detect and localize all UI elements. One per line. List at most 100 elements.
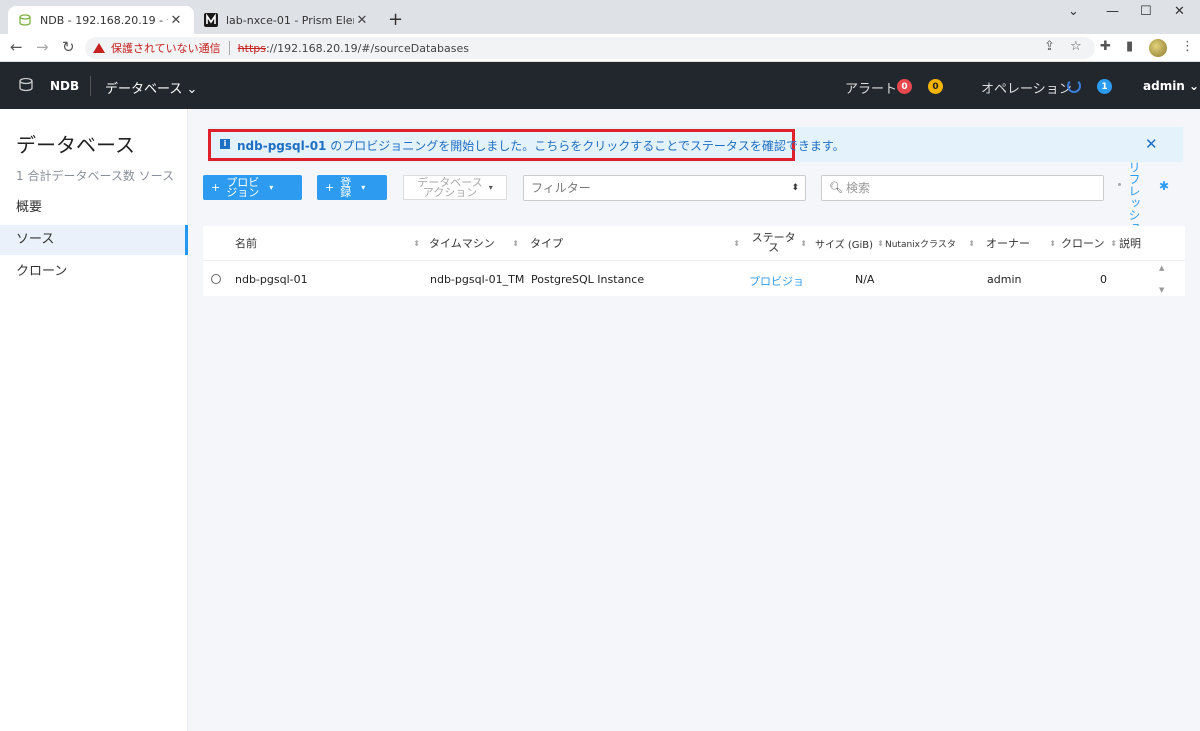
main-content: i ndb-pgsql-01 のプロビジョニングを開始しました。こちらをクリック… [188,109,1200,731]
url-path: ://192.168.20.19/#/sourceDatabases [265,41,469,55]
filter-placeholder: フィルター [531,181,591,195]
bookmark-star-icon[interactable]: ☆ [1070,39,1082,54]
minimize-icon[interactable]: — [1106,4,1119,19]
plus-icon: + [211,181,221,194]
extensions-icon[interactable]: ✚ [1100,39,1111,54]
window-close-icon[interactable]: ✕ [1174,4,1185,19]
browser-tab-prism[interactable]: lab-nxce-01 - Prism Element ✕ [194,6,380,34]
database-icon [19,77,33,92]
alert-warning-badge[interactable]: 0 [928,79,943,94]
sort-icon[interactable]: ⬍ [512,239,519,248]
close-icon[interactable]: ✕ [1145,135,1158,153]
scroll-up-icon[interactable]: ▲ [1159,264,1164,272]
sources-table: 名前 ⬍ タイムマシン ⬍ タイプ ⬍ ステータス ⬍ サイズ (GiB) ⬍ Nutan… [203,226,1185,296]
tab-title: lab-nxce-01 - Prism Element [226,13,354,27]
provision-label: プロビ ジョン [226,175,260,199]
cell-owner: admin [987,273,1022,286]
search-input[interactable]: 🔍︎ 検索 [821,175,1104,201]
new-tab-button[interactable]: + [388,9,403,30]
database-action-button[interactable]: データベース アクション ▾ [403,175,507,200]
table-row[interactable]: ndb-pgsql-01 ndb-pgsql-01_TM PostgreSQL … [203,260,1185,296]
row-select-radio[interactable] [211,274,221,284]
warning-icon [93,43,105,53]
browser-menu-icon[interactable]: ⋮ [1181,39,1194,54]
gear-icon[interactable]: ✱ [1159,179,1169,193]
cell-name[interactable]: ndb-pgsql-01 [235,273,308,286]
reload-icon[interactable]: ↻ [62,38,75,56]
column-header-size[interactable]: サイズ (GiB) ⬍ [815,226,884,260]
plus-icon: + [325,181,335,194]
caret-down-icon: ▾ [269,183,274,192]
alert-critical-badge[interactable]: 0 [897,79,912,94]
sort-icon[interactable]: ⬍ [1110,239,1117,248]
database-icon [19,14,31,26]
column-header-name[interactable]: 名前 ⬍ [235,226,420,260]
tab-title: NDB - 192.168.20.19 - データベース [40,14,168,27]
banner-text: のプロビジョニングを開始しました。こちらをクリックすることでステータスを確認でき… [326,139,845,153]
column-header-time-machine[interactable]: タイムマシン ⬍ [429,226,519,260]
sort-icon[interactable]: ⬍ [1049,239,1056,248]
column-header-cluster[interactable]: Nutanixクラスタ ⬍ [885,226,975,260]
sidebar-item-sources[interactable]: ソース [0,225,188,255]
operations-badge[interactable]: 1 [1097,79,1112,94]
column-header-description: 説明 [1119,226,1153,260]
header-label: タイプ [530,237,563,250]
separator-dot [1118,183,1121,186]
cell-clones[interactable]: 0 [1100,273,1107,286]
banner-db-link[interactable]: ndb-pgsql-01 [237,139,326,153]
sort-icon[interactable]: ⬍ [733,239,740,248]
close-tab-icon[interactable]: ✕ [354,13,370,28]
header-label: オーナー [986,237,1030,250]
share-icon[interactable]: ⇪ [1044,39,1055,54]
database-action-label: データベース アクション [417,175,483,199]
user-menu[interactable]: admin ⌄ [1143,79,1199,93]
column-header-status[interactable]: ステータス ⬍ [751,226,807,260]
banner-message[interactable]: ndb-pgsql-01 のプロビジョニングを開始しました。こちらをクリックする… [237,137,845,154]
database-menu[interactable]: データベース ⌄ [105,78,197,97]
header-label: ステータス [751,231,796,254]
header-label: 説明 [1119,237,1141,250]
divider [228,41,230,55]
cell-status[interactable]: プロビジョ [749,273,804,289]
sort-icon[interactable]: ⬍ [800,239,807,248]
header-label: タイムマシン [429,237,495,250]
register-label: 登 録 [340,175,352,199]
column-header-owner[interactable]: オーナー ⬍ [986,226,1056,260]
tab-search-icon[interactable]: ⌄ [1068,4,1079,19]
select-arrows-icon: ⬍ [791,183,799,193]
security-label[interactable]: 保護されていない通信 [111,40,221,56]
search-icon: 🔍︎ [829,181,843,194]
page-title: データベース [16,133,135,157]
maximize-icon[interactable]: ☐ [1140,4,1152,19]
header-label: 名前 [235,237,257,250]
cell-time-machine[interactable]: ndb-pgsql-01_TM [430,273,524,286]
sidebar-item-clones[interactable]: クローン [0,257,188,287]
sort-icon[interactable]: ⬍ [413,239,420,248]
browser-tab-ndb[interactable]: NDB - 192.168.20.19 - データベース ✕ [8,6,194,34]
info-icon: i [220,139,230,149]
filter-select[interactable]: フィルター ⬍ [523,175,806,201]
operations-label[interactable]: オペレーション [981,78,1072,97]
nutanix-icon [204,13,218,27]
browser-tabstrip: NDB - 192.168.20.19 - データベース ✕ lab-nxce-… [0,0,1200,34]
cell-size: N/A [855,273,875,286]
provision-button[interactable]: + プロビ ジョン ▾ [203,175,302,200]
brand-label[interactable]: NDB [50,79,79,93]
register-button[interactable]: + 登 録 ▾ [317,175,387,200]
alerts-label[interactable]: アラート [845,78,897,97]
profile-avatar[interactable] [1149,39,1167,57]
side-panel-icon[interactable]: ▮ [1126,39,1133,54]
sidebar-item-overview[interactable]: 概要 [0,193,188,223]
forward-icon[interactable]: → [36,38,49,56]
back-icon[interactable]: ← [10,38,23,56]
column-header-clones[interactable]: クローン ⬍ [1061,226,1117,260]
caret-down-icon: ▾ [488,183,493,192]
sort-icon[interactable]: ⬍ [968,239,975,248]
address-bar[interactable]: 保護されていない通信 https ://192.168.20.19/#/sour… [85,37,1095,59]
left-sidebar: データベース 1 合計データベース数 ソース 概要 ソース クローン [0,109,188,731]
close-tab-icon[interactable]: ✕ [168,13,184,28]
scroll-down-icon[interactable]: ▼ [1159,286,1164,294]
refresh-link[interactable]: リフレッシュ [1127,161,1141,233]
column-header-type[interactable]: タイプ ⬍ [530,226,740,260]
sort-icon[interactable]: ⬍ [877,239,884,248]
